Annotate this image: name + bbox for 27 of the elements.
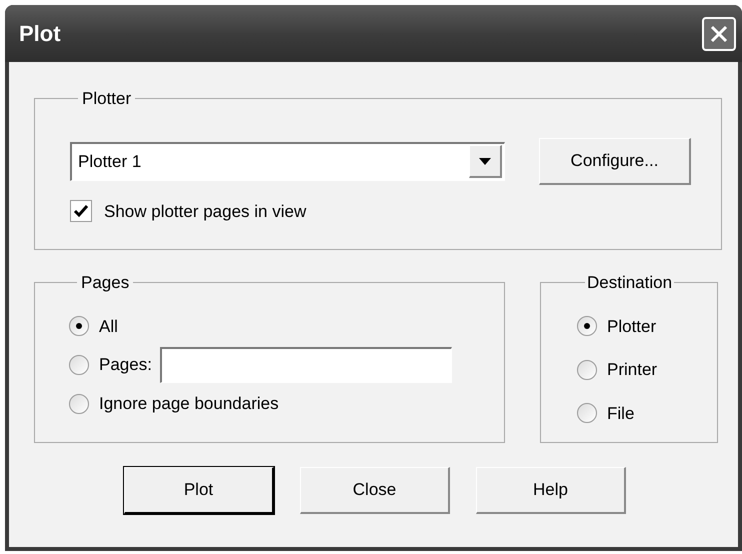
group-label: Pages bbox=[80, 272, 130, 294]
radio-label: Ignore page boundaries bbox=[99, 393, 279, 415]
window-title: Plot bbox=[19, 20, 61, 48]
checkbox-label: Show plotter pages in view bbox=[104, 200, 306, 222]
radio-button[interactable] bbox=[577, 403, 597, 424]
dialog-button[interactable]: Configure... bbox=[539, 138, 691, 184]
close-button[interactable] bbox=[702, 16, 736, 50]
radio-button[interactable] bbox=[69, 394, 89, 414]
group-label: Plotter bbox=[81, 88, 132, 110]
dropdown-value: Plotter 1 bbox=[78, 150, 142, 173]
radio-button[interactable] bbox=[577, 360, 597, 380]
plotter-dropdown[interactable]: Plotter 1 bbox=[70, 142, 505, 180]
dialog-button[interactable]: Help bbox=[476, 467, 626, 514]
radio-label: Plotter bbox=[607, 316, 656, 338]
group-label: Destination bbox=[586, 272, 674, 294]
radio-label: Printer bbox=[607, 359, 658, 381]
radio-button[interactable] bbox=[577, 316, 597, 336]
dialog-button[interactable]: Plot bbox=[124, 467, 274, 514]
close-icon bbox=[709, 24, 729, 44]
checkbox[interactable] bbox=[70, 200, 92, 222]
radio-label: All bbox=[99, 316, 118, 338]
dialog-button[interactable]: Close bbox=[300, 467, 450, 514]
radio-button[interactable] bbox=[69, 316, 89, 336]
radio-button[interactable] bbox=[69, 355, 89, 375]
pages-field[interactable] bbox=[160, 347, 452, 383]
radio-label: Pages: bbox=[99, 354, 152, 376]
radio-label: File bbox=[607, 402, 634, 424]
